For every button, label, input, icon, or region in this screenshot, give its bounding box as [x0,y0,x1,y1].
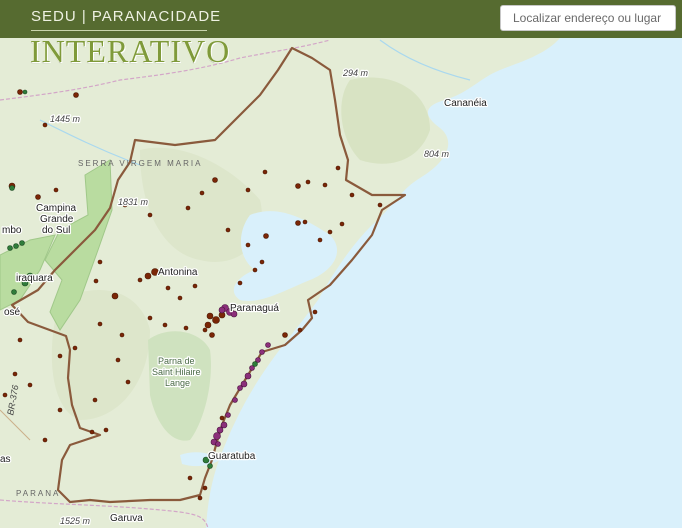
label-cananeia: Cananéia [444,98,487,109]
label-parna-de: Parna de [158,356,195,366]
elevation-804: 804 m [424,149,450,159]
elevation-294: 294 m [342,68,369,78]
label-parana: PARANA [16,489,60,498]
search-input[interactable] [500,5,676,31]
label-antonina: Antonina [158,267,198,278]
elevation-1445: 1445 m [50,114,81,124]
label-garuva: Garuva [110,513,143,524]
label-grande: Grande [40,214,74,225]
brand-sedu-paranacidade: SEDU | PARANACIDADE [31,8,222,25]
label-guaratuba: Guaratuba [208,451,256,462]
label-do-sul: do Sul [42,225,70,236]
label-as: as [0,454,11,465]
map-canvas[interactable]: Cananéia Campina Grande do Sul Antonina … [0,0,682,528]
label-iraquara: iraquara [16,273,53,284]
label-mbo: mbo [2,225,22,236]
elevation-1525: 1525 m [60,516,91,526]
elevation-1831: 1831 m [118,197,149,207]
label-lange: Lange [165,378,190,388]
label-serra-virgem-maria: SERRA VIRGEM MARIA [78,159,202,168]
label-saint-hilaire: Saint Hilaire [152,367,201,377]
brand-interativo-logo: INTERATIVO [30,33,231,69]
label-campina: Campina [36,203,76,214]
brand-divider [31,30,207,31]
label-ose: osé [4,307,21,318]
label-paranagua: Paranaguá [230,303,279,314]
